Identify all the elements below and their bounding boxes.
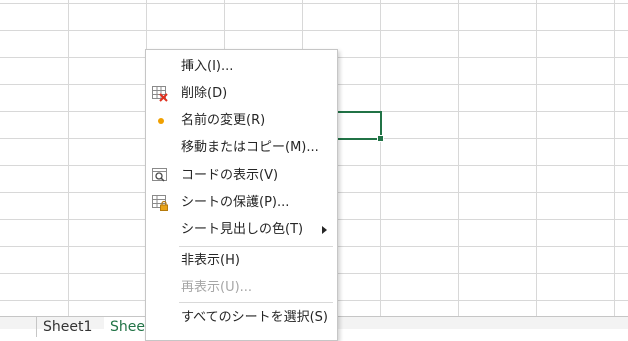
menu-item-insert[interactable]: 挿入(I)... xyxy=(146,54,337,80)
menu-item-label: シートの保護(P)... xyxy=(181,195,290,210)
menu-item-unhide: 再表示(U)... xyxy=(146,275,337,301)
menu-separator xyxy=(179,246,333,247)
menu-item-protect-sheet[interactable]: シートの保護(P)... xyxy=(146,190,337,216)
delete-sheet-icon xyxy=(152,86,168,102)
sheet-tab-sheet1[interactable]: Sheet1 xyxy=(36,317,98,337)
submenu-arrow-icon xyxy=(322,226,327,234)
menu-item-label: すべてのシートを選択(S) xyxy=(181,310,328,325)
menu-item-label: 移動またはコピー(M)... xyxy=(181,140,319,155)
menu-item-label: 名前の変更(R) xyxy=(181,113,266,128)
menu-item-delete[interactable]: 削除(D) xyxy=(146,81,337,107)
menu-separator xyxy=(179,302,333,303)
sheet-context-menu: 挿入(I)... 削除(D) 名前の変更(R) 移動またはコピー(M)... コ… xyxy=(145,49,338,341)
protect-sheet-icon xyxy=(152,195,168,211)
menu-item-label: 挿入(I)... xyxy=(181,59,234,74)
view-code-icon xyxy=(152,168,168,184)
menu-item-label: 再表示(U)... xyxy=(181,280,253,295)
menu-item-rename[interactable]: 名前の変更(R) xyxy=(146,108,337,134)
menu-item-label: 非表示(H) xyxy=(181,253,240,268)
rename-dot-icon xyxy=(158,118,164,124)
menu-item-tab-color[interactable]: シート見出しの色(T) xyxy=(146,217,337,243)
menu-item-hide[interactable]: 非表示(H) xyxy=(146,248,337,274)
menu-item-label: シート見出しの色(T) xyxy=(181,222,304,237)
menu-item-view-code[interactable]: コードの表示(V) xyxy=(146,163,337,189)
menu-item-select-all-sheets[interactable]: すべてのシートを選択(S) xyxy=(146,305,337,331)
sheet-tab-active[interactable]: Shee xyxy=(104,317,151,337)
menu-item-label: コードの表示(V) xyxy=(181,168,279,183)
menu-item-move-copy[interactable]: 移動またはコピー(M)... xyxy=(146,135,337,161)
menu-item-label: 削除(D) xyxy=(181,86,228,101)
